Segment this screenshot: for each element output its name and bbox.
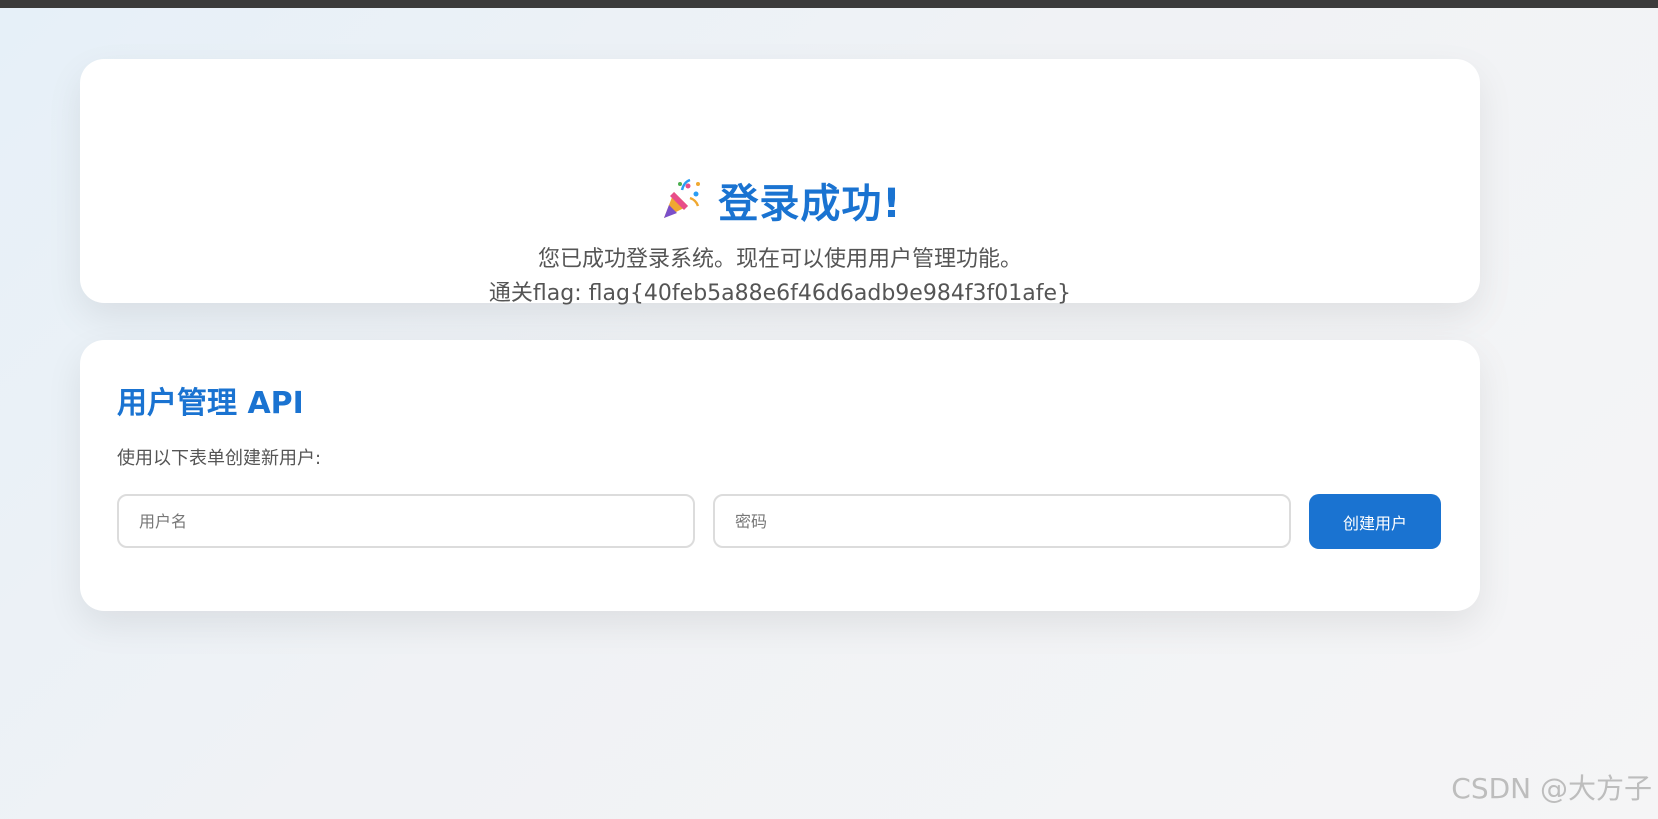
watermark: CSDN @大方子 [1451, 772, 1652, 805]
success-header: 登录成功! [80, 171, 1480, 229]
api-title: 用户管理 API [117, 386, 304, 421]
flag-text: 通关flag: flag{40feb5a88e6f46d6adb9e984f3f… [488, 281, 1072, 306]
success-title: 登录成功! [718, 181, 902, 227]
username-input[interactable] [117, 494, 695, 548]
create-user-button[interactable]: 创建用户 [1309, 494, 1441, 549]
api-description: 使用以下表单创建新用户: [117, 448, 322, 469]
user-management-card: 用户管理 API 使用以下表单创建新用户: 创建用户 [80, 340, 1480, 611]
party-popper-icon [658, 178, 702, 222]
success-message: 您已成功登录系统。现在可以使用用户管理功能。 [537, 247, 1022, 272]
password-input[interactable] [713, 494, 1291, 548]
browser-top-bar [0, 0, 1658, 8]
success-card: 登录成功! 您已成功登录系统。现在可以使用用户管理功能。 通关flag: fla… [80, 59, 1480, 306]
